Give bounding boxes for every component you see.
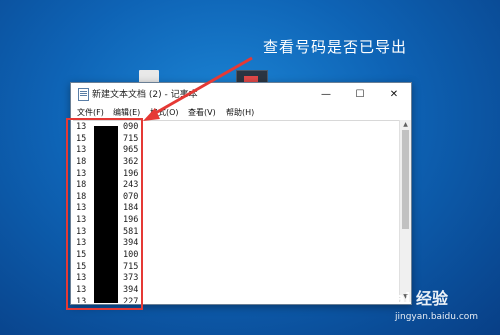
line-lead: 13 [76,296,87,303]
menu-file[interactable]: 文件(F) [77,107,104,118]
line-tail: 715 [123,261,139,272]
line-lead: 15 [76,261,87,272]
line-lead: 13 [76,238,87,249]
line-tail: 196 [123,168,139,179]
line-lead: 13 [76,284,87,295]
line-tail: 243 [123,180,139,191]
line-tail: 227 [123,296,139,303]
menu-help[interactable]: 帮助(H) [226,107,254,118]
line-lead: 13 [76,273,87,284]
notepad-icon [78,88,89,101]
line-tail: 965 [123,145,139,156]
line-tail: 394 [123,284,139,295]
minimize-button[interactable]: — [309,83,343,105]
line-tail: 394 [123,238,139,249]
line-tail: 581 [123,226,139,237]
text-editor[interactable]: 13 090 15 715 13 965 18 362 13 196 18 243 18 07… [73,120,399,303]
line-lead: 13 [76,203,87,214]
window-title: 新建文本文档 (2) - 记事本 [92,90,198,100]
line-lead: 18 [76,156,87,167]
maximize-button[interactable]: ☐ [343,83,377,105]
line-tail: 373 [123,273,139,284]
scroll-up-icon[interactable]: ▲ [400,120,411,130]
line-tail: 184 [123,203,139,214]
vertical-scrollbar[interactable]: ▲ ▼ [399,120,411,302]
line-lead: 13 [76,215,87,226]
close-button[interactable]: ✕ [377,83,411,105]
watermark-url: jingyan.baidu.com [395,312,479,322]
line-lead: 15 [76,250,87,261]
menu-view[interactable]: 查看(V) [188,107,216,118]
line-tail: 100 [123,250,139,261]
line-lead: 13 [76,226,87,237]
title-bar[interactable]: 新建文本文档 (2) - 记事本 — ☐ ✕ [71,83,411,105]
menu-edit[interactable]: 编辑(E) [113,107,140,118]
menu-format[interactable]: 格式(O) [150,107,179,118]
line-tail: 362 [123,156,139,167]
line-tail: 196 [123,215,139,226]
line-tail: 070 [123,191,139,202]
line-tail: 090 [123,122,139,132]
notepad-window: 新建文本文档 (2) - 记事本 — ☐ ✕ 文件(F) 编辑(E) 格式(O)… [70,82,412,305]
line-tail: 715 [123,133,139,144]
watermark-logo: Bai 经验 [382,289,449,308]
annotation-caption: 查看号码是否已导出 [263,38,408,56]
line-lead: 13 [76,168,87,179]
line-lead: 13 [76,122,87,132]
line-lead: 15 [76,133,87,144]
redaction-bar [94,126,118,303]
line-lead: 18 [76,180,87,191]
line-lead: 18 [76,191,87,202]
line-lead: 13 [76,145,87,156]
menu-bar: 文件(F) 编辑(E) 格式(O) 查看(V) 帮助(H) [71,105,411,120]
scrollbar-thumb[interactable] [402,130,409,229]
